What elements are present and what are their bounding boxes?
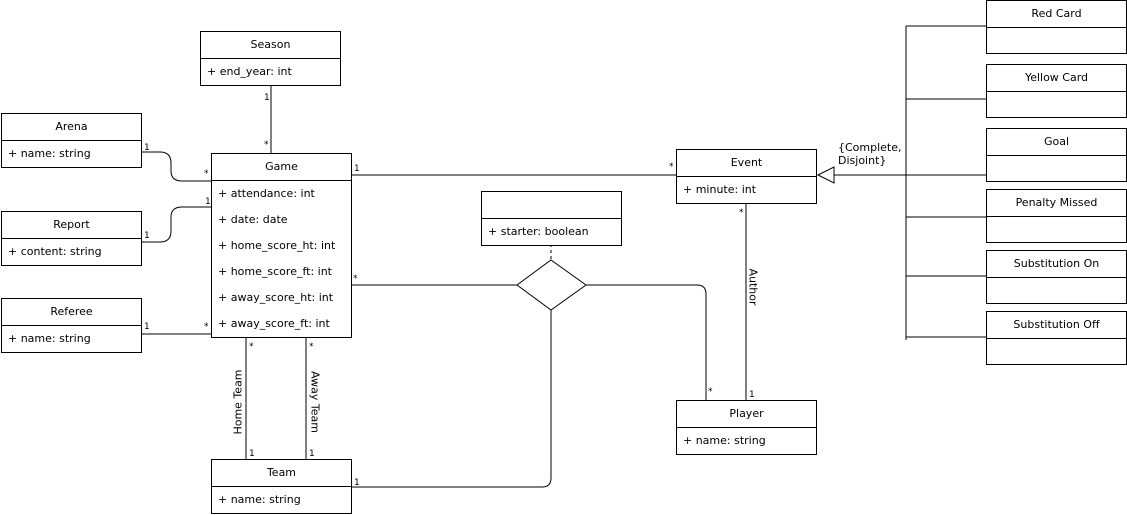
multiplicity: * [264, 140, 269, 150]
n-ary-association-diamond [516, 259, 587, 311]
generalization-arrow-icon [816, 166, 835, 184]
multiplicity: 1 [264, 93, 270, 103]
attribute: + starter: boolean [488, 225, 589, 238]
class-name: Yellow Card [987, 65, 1126, 92]
attribute: + name: string [218, 493, 301, 506]
generalization-constraint-1: {Complete, [838, 141, 902, 154]
attribute: + minute: int [683, 183, 757, 196]
class-name: Substitution Off [987, 312, 1126, 339]
multiplicity: * [309, 342, 314, 352]
multiplicity: * [739, 208, 744, 218]
attribute: + name: string [8, 332, 91, 345]
class-player[interactable]: Player + name: string [676, 400, 817, 455]
class-team[interactable]: Team + name: string [211, 459, 352, 514]
class-name: Substitution On [987, 251, 1126, 278]
role-home-team: Home Team [231, 369, 245, 435]
multiplicity: 1 [749, 390, 755, 400]
connectors [141, 25, 986, 488]
class-name: Season [201, 32, 340, 59]
multiplicity: * [204, 169, 209, 179]
role-away-team: Away Team [308, 371, 322, 433]
class-goal[interactable]: Goal [986, 128, 1127, 182]
association-class[interactable]: + starter: boolean [481, 191, 622, 246]
multiplicity: * [708, 387, 713, 397]
class-name: Player [677, 401, 816, 428]
class-season[interactable]: Season + end_year: int [200, 31, 341, 86]
class-name: Red Card [987, 1, 1126, 28]
class-name: Event [677, 150, 816, 177]
class-yellow-card[interactable]: Yellow Card [986, 64, 1127, 118]
attribute: + date: date [218, 213, 288, 226]
class-event[interactable]: Event + minute: int [676, 149, 817, 204]
class-name: Arena [2, 114, 141, 141]
multiplicity: * [204, 322, 209, 332]
class-name: Referee [2, 299, 141, 326]
class-arena[interactable]: Arena + name: string [1, 113, 142, 168]
attribute: + content: string [8, 245, 102, 258]
class-report[interactable]: Report + content: string [1, 211, 142, 266]
multiplicity: * [353, 274, 358, 284]
arena-game-link [141, 151, 211, 182]
class-name: Penalty Missed [987, 190, 1126, 217]
attribute: + name: string [683, 434, 766, 447]
class-referee[interactable]: Referee + name: string [1, 298, 142, 353]
multiplicity: * [669, 162, 674, 172]
class-name: Goal [987, 129, 1126, 156]
attribute: + home_score_ht: int [218, 239, 336, 252]
class-name [482, 192, 621, 219]
diamond-team-link [351, 310, 552, 488]
attribute: + away_score_ft: int [218, 317, 330, 330]
attribute: + home_score_ft: int [218, 265, 332, 278]
attribute: + attendance: int [218, 187, 315, 200]
attribute: + end_year: int [207, 65, 292, 78]
multiplicity: 1 [354, 478, 360, 488]
multiplicity: 1 [144, 143, 150, 153]
class-substitution-on[interactable]: Substitution On [986, 250, 1127, 304]
class-name: Team [212, 460, 351, 487]
multiplicity: 1 [309, 449, 315, 459]
multiplicity: 1 [354, 164, 360, 174]
multiplicity: 1 [144, 231, 150, 241]
generalization-constraint-2: Disjoint} [838, 154, 887, 167]
class-substitution-off[interactable]: Substitution Off [986, 311, 1127, 365]
diamond-player-link [586, 284, 707, 400]
class-red-card[interactable]: Red Card [986, 0, 1127, 54]
attribute: + name: string [8, 147, 91, 160]
attribute: + away_score_ht: int [218, 291, 334, 304]
multiplicity: 1 [249, 449, 255, 459]
multiplicity: 1 [205, 197, 211, 207]
class-penalty-missed[interactable]: Penalty Missed [986, 189, 1127, 243]
multiplicity: * [249, 342, 254, 352]
class-name: Game [212, 154, 351, 181]
multiplicity: 1 [144, 322, 150, 332]
class-game[interactable]: Game + attendance: int + date: date + ho… [211, 153, 352, 338]
report-game-link [141, 206, 211, 243]
class-name: Report [2, 212, 141, 239]
role-author: Author [746, 268, 760, 306]
